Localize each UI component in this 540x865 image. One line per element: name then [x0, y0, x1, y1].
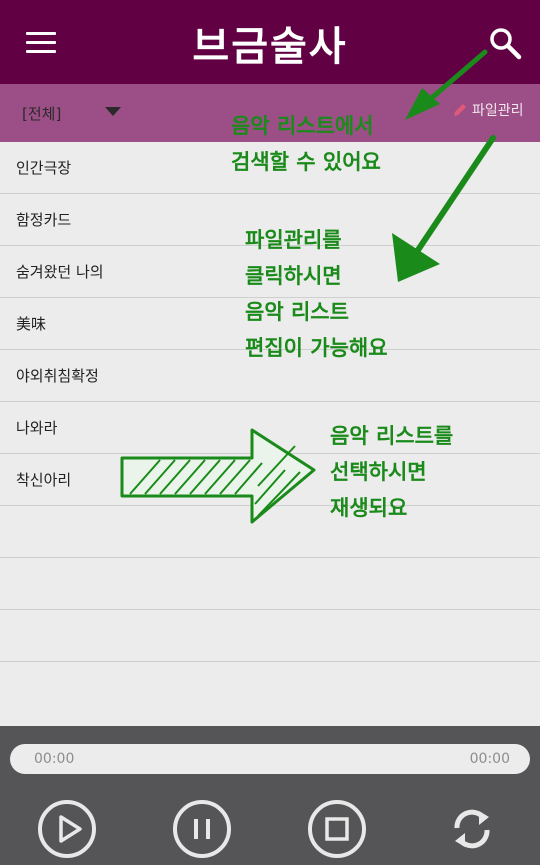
file-manage-label: 파일관리 [472, 103, 524, 119]
file-manage-annotation: 파일관리를 클릭하시면 음악 리스트 편집이 가능해요 [245, 228, 388, 360]
track-title: 착신아리 [16, 471, 72, 489]
empty-row [0, 506, 540, 558]
track-row[interactable]: 나와라 [0, 402, 540, 454]
pencil-icon [454, 104, 466, 116]
stop-icon[interactable] [306, 798, 368, 860]
repeat-icon[interactable] [441, 798, 503, 860]
track-title: 숨겨왔던 나의 [16, 263, 104, 281]
track-title: 나와라 [16, 419, 58, 437]
track-title: 야외취침확정 [16, 367, 99, 385]
player-bar: 00:00 00:00 [0, 726, 540, 865]
list-select-annotation: 음악 리스트를 선택하시면 재생되요 [330, 424, 454, 520]
search-icon[interactable] [487, 25, 523, 61]
dropdown-icon[interactable] [105, 107, 121, 116]
current-time: 00:00 [34, 751, 75, 767]
track-title: 인간극장 [16, 159, 72, 177]
track-title: 함정카드 [16, 211, 72, 229]
pause-icon[interactable] [171, 798, 233, 860]
total-time: 00:00 [469, 751, 510, 767]
progress-bar[interactable]: 00:00 00:00 [10, 744, 530, 774]
app-header: 브금술사 [0, 0, 540, 84]
app-title: 브금술사 [192, 24, 348, 70]
empty-row [0, 558, 540, 610]
track-row[interactable]: 착신아리 [0, 454, 540, 506]
file-manage-button[interactable]: 파일관리 [452, 100, 524, 120]
track-title: 美味 [16, 315, 47, 333]
play-icon[interactable] [36, 798, 98, 860]
empty-row [0, 610, 540, 662]
search-annotation: 음악 리스트에서 검색할 수 있어요 [231, 114, 381, 174]
category-select[interactable]: [전체] [22, 103, 61, 124]
